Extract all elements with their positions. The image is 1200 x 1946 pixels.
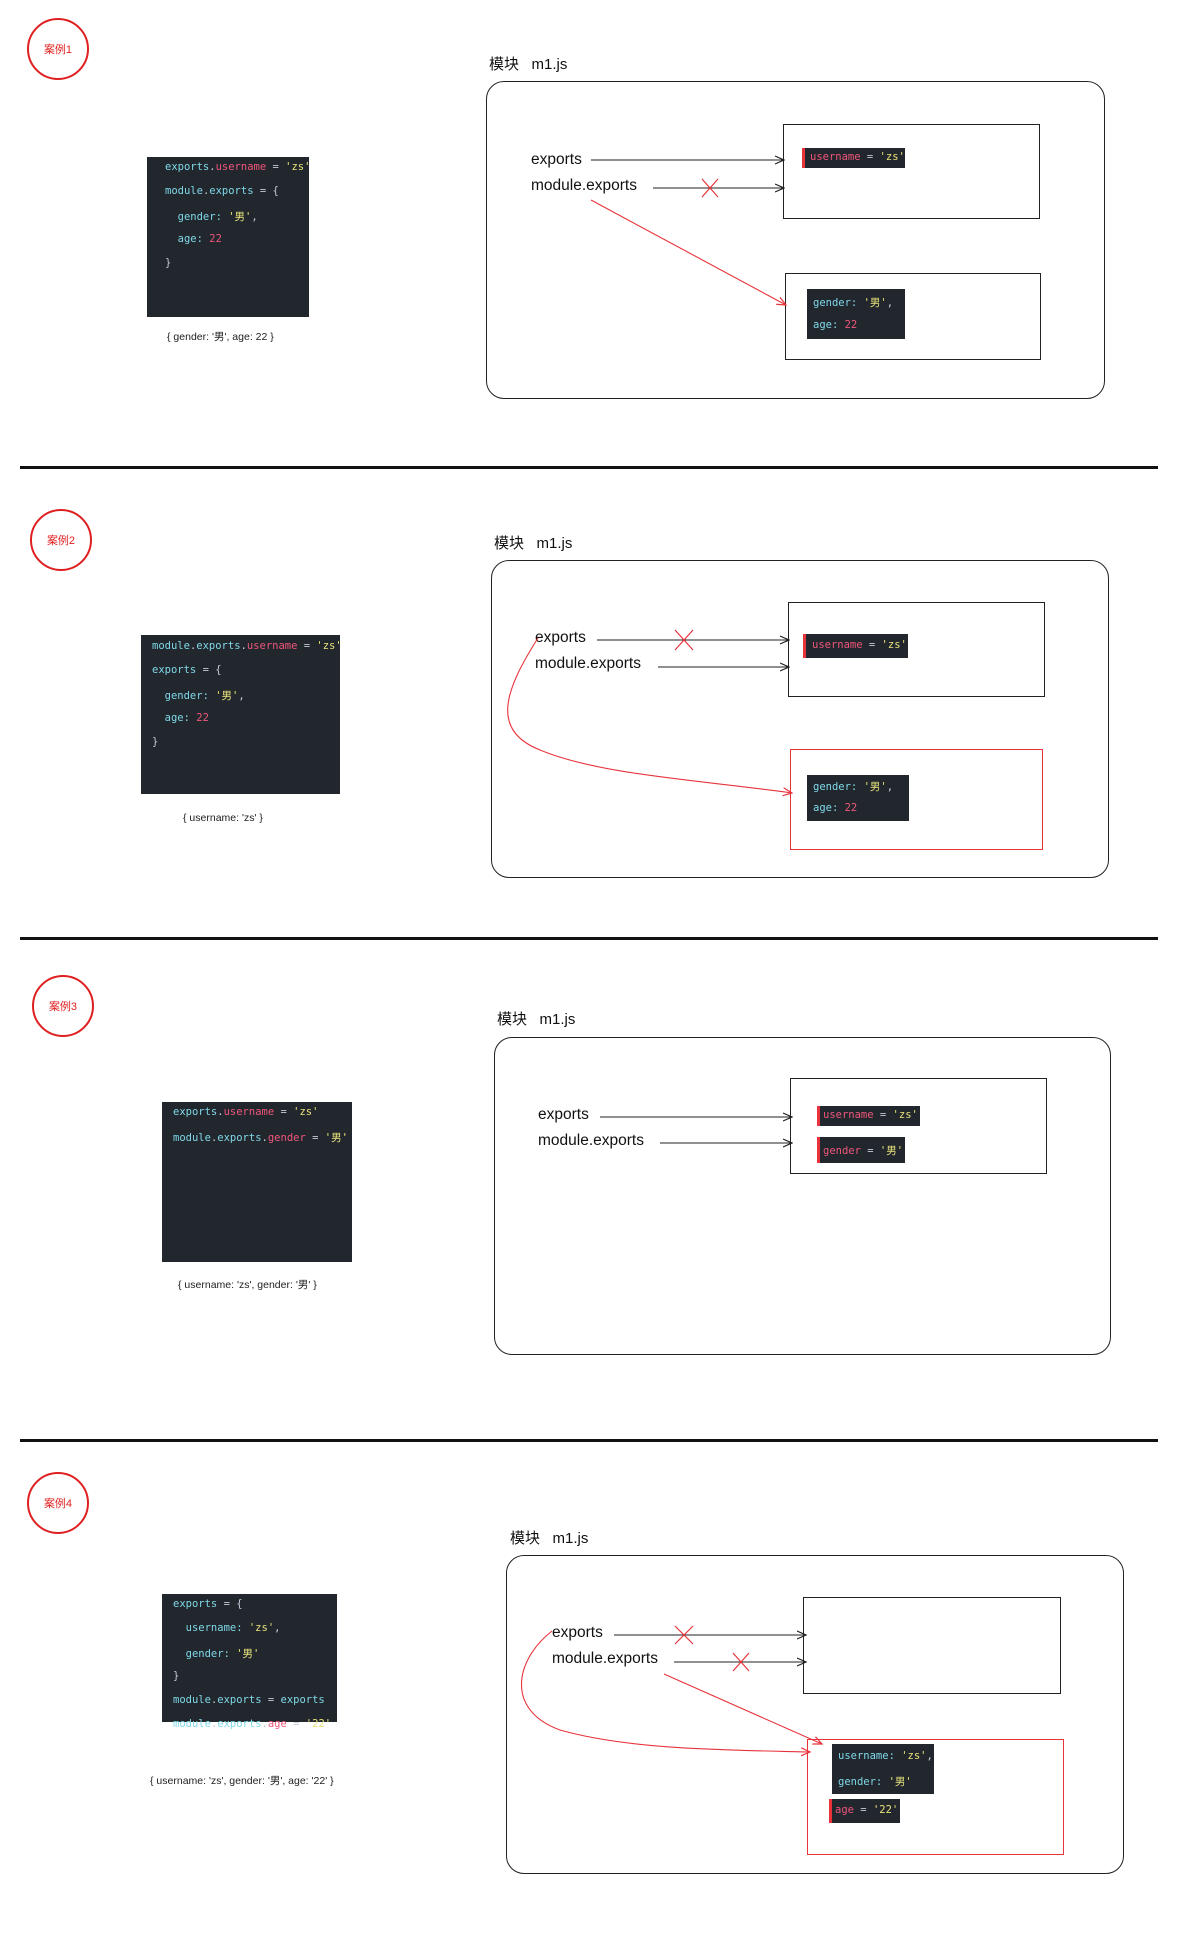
chip-line: gender: '男', xyxy=(813,297,894,309)
code-line: gender: '男' xyxy=(173,1648,260,1660)
case-badge-label: 案例4 xyxy=(43,1498,73,1510)
chip-line: username = 'zs' xyxy=(812,639,907,651)
code-line: age: 22 xyxy=(152,712,209,724)
case-badge: 案例4 xyxy=(27,1472,89,1534)
code-line: module.exports.gender = '男' xyxy=(173,1132,348,1144)
chip-line: gender: '男' xyxy=(838,1776,912,1788)
divider xyxy=(20,466,1158,469)
code-line: module.exports.username = 'zs' xyxy=(152,640,342,652)
code-snippet: exports.username = 'zs' module.exports =… xyxy=(147,157,311,317)
exports-label: exports xyxy=(535,629,586,646)
case-badge: 案例2 xyxy=(30,509,92,571)
code-line: username: 'zs', xyxy=(173,1622,281,1634)
chip-line: username = 'zs' xyxy=(823,1109,918,1121)
code-line: exports = { xyxy=(173,1598,243,1610)
chip-line: age: 22 xyxy=(813,319,858,331)
chip-line: age = '22' xyxy=(835,1804,899,1816)
module-title: 模块 m1.js xyxy=(494,535,573,552)
chip-line: username: 'zs', xyxy=(838,1750,933,1762)
code-snippet: exports.username = 'zs' module.exports.g… xyxy=(162,1102,352,1262)
module-exports-label: module.exports xyxy=(552,1650,658,1667)
code-line: } xyxy=(165,257,172,269)
module-exports-label: module.exports xyxy=(538,1132,644,1149)
export-result: { username: 'zs' } xyxy=(183,812,263,824)
code-line: module.exports = exports xyxy=(173,1694,325,1706)
object-chip: gender: '男', age: 22 xyxy=(807,775,909,821)
code-line: module.exports.age = '22' xyxy=(173,1718,332,1730)
object-box-exports xyxy=(783,124,1040,219)
object-chip: age = '22' xyxy=(829,1799,900,1823)
object-chip: username = 'zs' xyxy=(803,634,908,658)
module-title: 模块 m1.js xyxy=(497,1011,576,1028)
module-exports-label: module.exports xyxy=(535,655,641,672)
code-line: exports.username = 'zs' xyxy=(165,161,311,173)
object-chip: gender: '男', age: 22 xyxy=(807,289,905,339)
case-badge: 案例1 xyxy=(27,18,89,80)
code-line: } xyxy=(173,1670,180,1682)
code-line: } xyxy=(152,736,159,748)
export-result: { gender: '男', age: 22 } xyxy=(167,331,274,343)
case-badge-label: 案例3 xyxy=(48,1001,78,1013)
object-chip: username = 'zs' xyxy=(817,1106,920,1126)
exports-label: exports xyxy=(552,1624,603,1641)
exports-label: exports xyxy=(531,151,582,168)
module-exports-label: module.exports xyxy=(531,177,637,194)
chip-line: age: 22 xyxy=(813,802,858,814)
divider xyxy=(20,937,1158,940)
case-badge-label: 案例1 xyxy=(43,44,73,56)
divider xyxy=(20,1439,1158,1442)
code-line: exports.username = 'zs' xyxy=(173,1106,319,1118)
object-box-exports-old xyxy=(803,1597,1061,1694)
exports-label: exports xyxy=(538,1106,589,1123)
code-snippet: exports = { username: 'zs', gender: '男' … xyxy=(162,1594,337,1730)
case-badge-label: 案例2 xyxy=(46,535,76,547)
object-chip: username = 'zs' xyxy=(802,148,905,168)
export-result: { username: 'zs', gender: '男', age: '22'… xyxy=(150,1775,334,1787)
case-badge: 案例3 xyxy=(32,975,94,1037)
object-chip: gender = '男' xyxy=(817,1137,905,1163)
code-line: module.exports = { xyxy=(165,185,279,197)
code-line: gender: '男', xyxy=(165,211,258,223)
chip-line: username = 'zs' xyxy=(810,151,905,163)
code-line: gender: '男', xyxy=(152,690,245,702)
export-result: { username: 'zs', gender: '男' } xyxy=(178,1279,317,1291)
code-line: age: 22 xyxy=(165,233,222,245)
module-title: 模块 m1.js xyxy=(510,1530,589,1547)
object-chip: username: 'zs', gender: '男' xyxy=(832,1744,934,1794)
chip-line: gender: '男', xyxy=(813,781,894,793)
chip-line: gender = '男' xyxy=(823,1145,904,1157)
code-snippet: module.exports.username = 'zs' exports =… xyxy=(141,635,342,794)
module-title: 模块 m1.js xyxy=(489,56,568,73)
code-line: exports = { xyxy=(152,664,222,676)
